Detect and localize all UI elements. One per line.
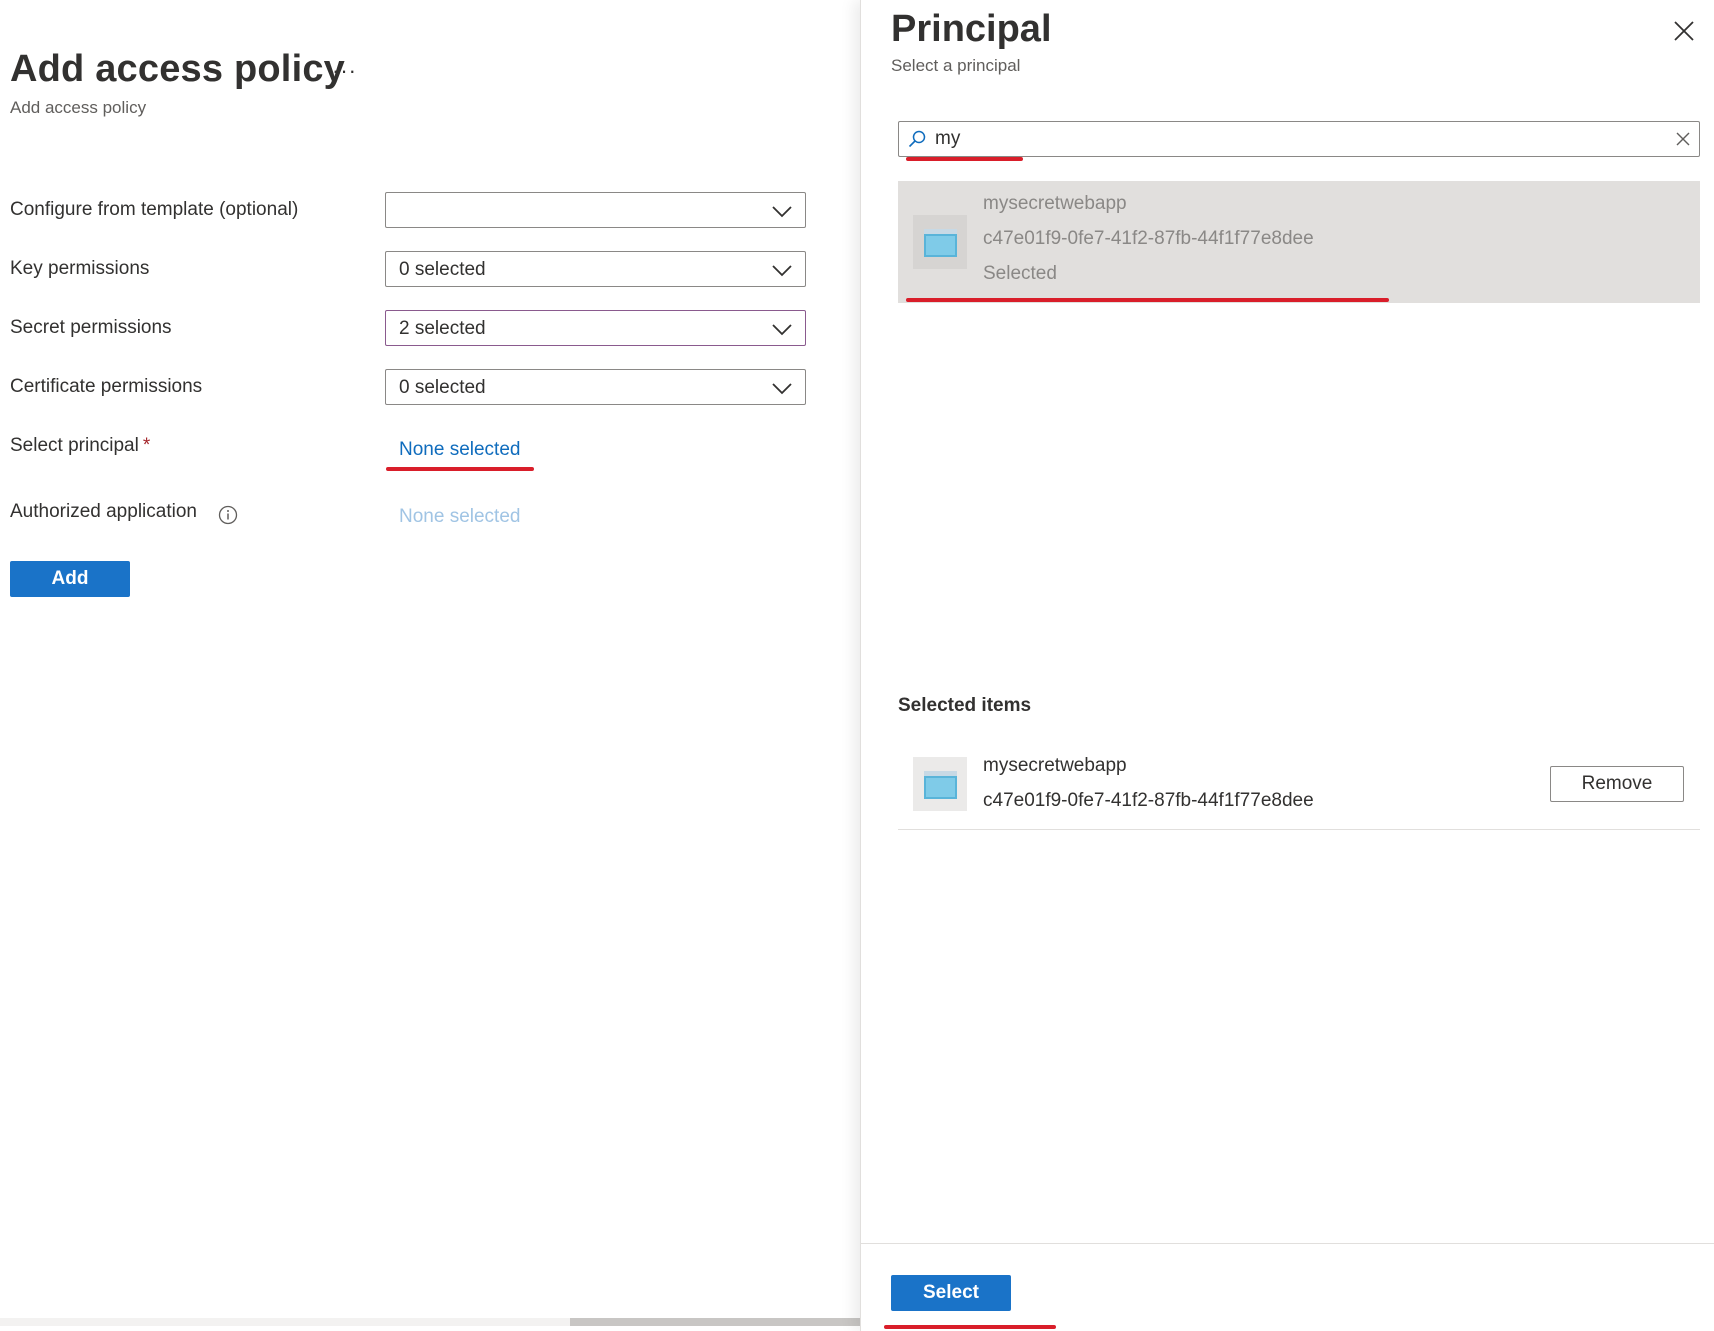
clear-search-icon[interactable] [1675, 131, 1691, 147]
template-dropdown[interactable] [385, 192, 806, 228]
panel-title: Principal [891, 8, 1052, 50]
result-name: mysecretwebapp [983, 193, 1127, 214]
chevron-down-icon [772, 383, 792, 395]
result-id: c47e01f9-0fe7-41f2-87fb-44f1f77e8dee [983, 228, 1314, 249]
annotation-underline [884, 1325, 1056, 1329]
certificate-permissions-label: Certificate permissions [10, 376, 203, 397]
search-icon [908, 130, 926, 148]
selected-item-id: c47e01f9-0fe7-41f2-87fb-44f1f77e8dee [983, 790, 1314, 811]
app-registration-icon [924, 771, 957, 799]
app-registration-icon [924, 229, 957, 257]
key-permissions-value: 0 selected [399, 259, 486, 280]
more-options-button[interactable]: ··· [332, 58, 357, 84]
remove-button[interactable]: Remove [1550, 766, 1684, 802]
key-permissions-dropdown[interactable]: 0 selected [385, 251, 806, 287]
principal-search-input[interactable] [935, 126, 1635, 152]
annotation-underline [906, 157, 1023, 161]
add-button[interactable]: Add [10, 561, 130, 597]
authorized-application-label: Authorized application [10, 501, 197, 522]
key-permissions-label: Key permissions [10, 258, 150, 279]
secret-permissions-label: Secret permissions [10, 317, 172, 338]
secret-permissions-value: 2 selected [399, 318, 486, 339]
certificate-permissions-dropdown[interactable]: 0 selected [385, 369, 806, 405]
close-icon[interactable] [1671, 18, 1697, 44]
horizontal-scrollbar-thumb[interactable] [570, 1318, 860, 1326]
panel-subtitle: Select a principal [891, 56, 1021, 75]
principal-search-box[interactable] [898, 121, 1700, 157]
required-asterisk: * [142, 435, 151, 456]
app-icon-tile [913, 757, 967, 811]
selected-item-name: mysecretwebapp [983, 755, 1127, 776]
select-button[interactable]: Select [891, 1275, 1011, 1311]
panel-footer-divider [861, 1243, 1714, 1244]
annotation-underline [906, 298, 1389, 302]
page-title: Add access policy [10, 48, 345, 90]
chevron-down-icon [772, 265, 792, 277]
secret-permissions-dropdown[interactable]: 2 selected [385, 310, 806, 346]
result-status: Selected [983, 263, 1057, 284]
app-icon-tile [913, 215, 967, 269]
certificate-permissions-value: 0 selected [399, 377, 486, 398]
select-principal-label-text: Select principal [10, 435, 139, 456]
add-access-policy-blade: Add access policy ··· Add access policy … [0, 0, 860, 1331]
select-principal-label: Select principal * [10, 435, 150, 457]
page-subtitle: Add access policy [10, 98, 147, 117]
authorized-application-link: None selected [399, 506, 521, 527]
principal-panel: Principal Select a principal mysecretweb… [860, 0, 1714, 1331]
template-label: Configure from template (optional) [10, 199, 299, 220]
selected-items-heading: Selected items [898, 695, 1032, 716]
chevron-down-icon [772, 324, 792, 336]
selected-item-row: mysecretwebapp c47e01f9-0fe7-41f2-87fb-4… [898, 742, 1700, 830]
info-icon[interactable] [218, 505, 238, 525]
annotation-underline [386, 467, 534, 471]
search-result-item[interactable]: mysecretwebapp c47e01f9-0fe7-41f2-87fb-4… [898, 181, 1700, 303]
chevron-down-icon [772, 206, 792, 218]
select-principal-link[interactable]: None selected [399, 439, 520, 461]
